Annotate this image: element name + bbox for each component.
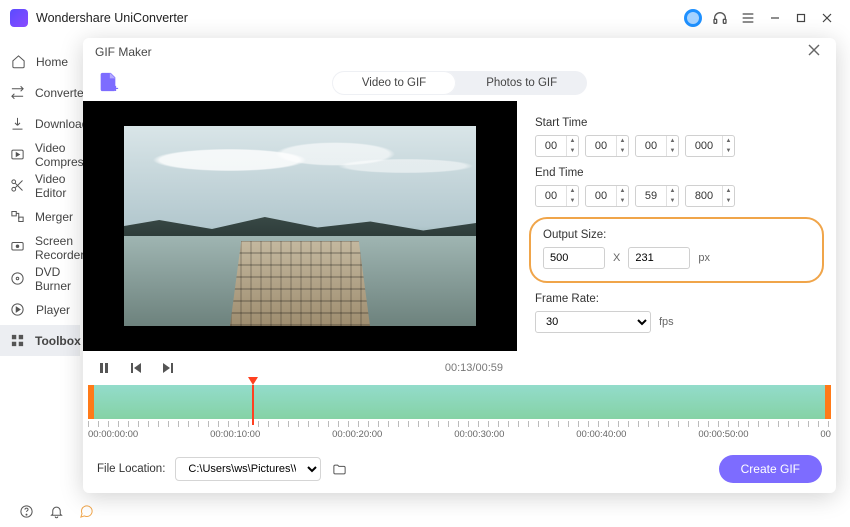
start-time-label: Start Time <box>535 117 818 129</box>
gif-maker-modal: GIF Maker + Video to GIF Photos to GIF <box>83 38 836 493</box>
start-min-stepper[interactable]: 00▲▼ <box>585 135 629 157</box>
pause-button[interactable] <box>97 361 111 375</box>
ruler-tick: 00:00:20:00 <box>332 429 382 440</box>
start-ms-stepper[interactable]: 000▲▼ <box>685 135 735 157</box>
settings-pane: Start Time 00▲▼ 00▲▼ 00▲▼ 000▲▼ End Time… <box>517 101 836 385</box>
screen-icon <box>10 240 25 256</box>
start-hour-stepper[interactable]: 00▲▼ <box>535 135 579 157</box>
titlebar: Wondershare UniConverter <box>0 0 850 36</box>
output-height-input[interactable] <box>628 247 690 269</box>
sidebar-item-label: DVD Burner <box>35 265 71 293</box>
mode-segmented: Video to GIF Photos to GIF <box>332 71 587 95</box>
home-icon <box>10 54 26 70</box>
headphones-icon[interactable] <box>712 10 728 26</box>
sidebar-item-editor[interactable]: Video Editor <box>0 170 80 201</box>
modal-close-button[interactable] <box>804 43 824 61</box>
video-preview[interactable] <box>83 101 517 351</box>
grid-icon <box>10 333 25 349</box>
start-sec-stepper[interactable]: 00▲▼ <box>635 135 679 157</box>
frame-rate-label: Frame Rate: <box>535 293 818 305</box>
sidebar-item-compressor[interactable]: Video Compressor <box>0 139 80 170</box>
output-sep: X <box>613 252 620 264</box>
next-button[interactable] <box>161 361 175 375</box>
playback-controls: 00:13/00:59 <box>83 351 517 385</box>
sidebar-item-label: Home <box>36 55 68 69</box>
app-logo <box>10 9 28 27</box>
output-size-highlight: Output Size: X px <box>529 217 824 283</box>
modal-footer: File Location: C:\Users\ws\Pictures\Wond… <box>83 445 836 493</box>
modal-toolbar: + Video to GIF Photos to GIF <box>83 66 836 101</box>
modal-header: GIF Maker <box>83 38 836 66</box>
video-frame <box>124 126 476 326</box>
timeline-area: 00:00:00:00 00:00:10:00 00:00:20:00 00:0… <box>83 385 836 445</box>
sidebar-item-dvd[interactable]: DVD Burner <box>0 263 80 294</box>
sidebar-item-converter[interactable]: Converter <box>0 77 80 108</box>
svg-text:+: + <box>113 84 119 93</box>
ruler-tick: 00:00:30:00 <box>454 429 504 440</box>
sidebar-item-recorder[interactable]: Screen Recorder <box>0 232 80 263</box>
frame-rate-select[interactable]: 30 <box>535 311 651 333</box>
frame-rate-unit: fps <box>659 316 674 328</box>
disc-icon <box>10 271 25 287</box>
timeline-handle-left[interactable] <box>88 385 94 419</box>
tab-video-to-gif[interactable]: Video to GIF <box>332 71 456 95</box>
timeline-ruler: 00:00:00:00 00:00:10:00 00:00:20:00 00:0… <box>88 421 831 445</box>
compress-icon <box>10 147 25 163</box>
close-button[interactable] <box>820 11 834 25</box>
download-icon <box>10 116 25 132</box>
sidebar-item-label: Toolbox <box>35 334 81 348</box>
sidebar-item-label: Player <box>36 303 70 317</box>
convert-icon <box>10 85 25 101</box>
end-time-label: End Time <box>535 167 818 179</box>
maximize-button[interactable] <box>794 11 808 25</box>
playhead-icon[interactable] <box>248 377 258 385</box>
timeline[interactable] <box>88 385 831 419</box>
sidebar-item-label: Merger <box>35 210 73 224</box>
app-title: Wondershare UniConverter <box>36 11 188 25</box>
scissors-icon <box>10 178 25 194</box>
prev-button[interactable] <box>129 361 143 375</box>
minimize-button[interactable] <box>768 11 782 25</box>
file-location-label: File Location: <box>97 463 165 475</box>
sidebar-item-label: Video Editor <box>35 172 70 200</box>
create-gif-button[interactable]: Create GIF <box>719 455 822 483</box>
timeline-handle-right[interactable] <box>825 385 831 419</box>
ruler-tick: 00:00:40:00 <box>576 429 626 440</box>
ruler-tick: 00:00:10:00 <box>210 429 260 440</box>
output-unit: px <box>698 252 710 264</box>
sidebar-item-label: Converter <box>35 86 88 100</box>
output-width-input[interactable] <box>543 247 605 269</box>
sidebar-item-toolbox[interactable]: Toolbox <box>0 325 80 356</box>
merge-icon <box>10 209 25 225</box>
preview-pane: 00:13/00:59 <box>83 101 517 385</box>
bottom-icon-row <box>0 503 94 519</box>
tab-photos-to-gif[interactable]: Photos to GIF <box>456 71 587 95</box>
user-avatar-icon[interactable] <box>684 9 702 27</box>
sidebar: Home Converter Downloader Video Compress… <box>0 36 80 527</box>
end-min-stepper[interactable]: 00▲▼ <box>585 185 629 207</box>
bell-icon[interactable] <box>48 503 64 519</box>
end-hour-stepper[interactable]: 00▲▼ <box>535 185 579 207</box>
sidebar-item-merger[interactable]: Merger <box>0 201 80 232</box>
file-location-select[interactable]: C:\Users\ws\Pictures\Wonders <box>175 457 321 481</box>
output-size-label: Output Size: <box>543 229 810 241</box>
time-display: 00:13/00:59 <box>445 362 503 374</box>
end-ms-stepper[interactable]: 800▲▼ <box>685 185 735 207</box>
sidebar-item-label: Screen Recorder <box>35 234 84 262</box>
help-icon[interactable] <box>18 503 34 519</box>
ruler-tick: 00:00:50:00 <box>698 429 748 440</box>
sidebar-item-home[interactable]: Home <box>0 46 80 77</box>
folder-icon[interactable] <box>331 461 347 477</box>
ruler-tick: 00 <box>820 429 831 440</box>
modal-title: GIF Maker <box>95 45 152 59</box>
add-file-icon[interactable]: + <box>97 71 119 96</box>
play-icon <box>10 302 26 318</box>
end-sec-stepper[interactable]: 59▲▼ <box>635 185 679 207</box>
chat-icon[interactable] <box>78 503 94 519</box>
ruler-tick: 00:00:00:00 <box>88 429 138 440</box>
menu-icon[interactable] <box>740 10 756 26</box>
sidebar-item-player[interactable]: Player <box>0 294 80 325</box>
sidebar-item-downloader[interactable]: Downloader <box>0 108 80 139</box>
